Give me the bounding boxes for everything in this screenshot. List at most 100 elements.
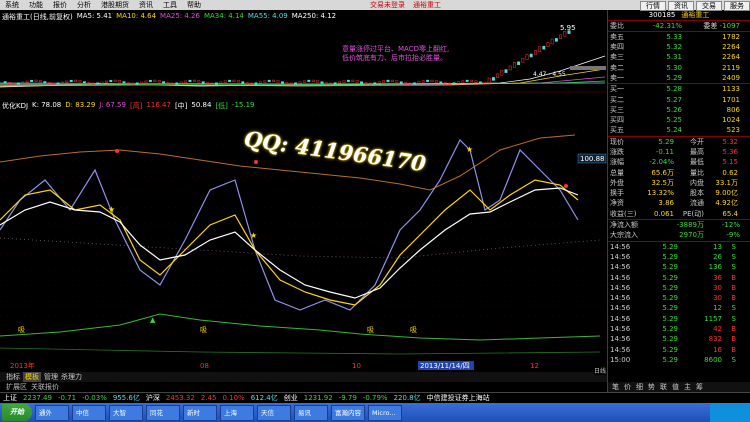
- menu-item-function[interactable]: 功能: [24, 0, 48, 10]
- sell-price: 5.33: [666, 32, 682, 41]
- tick-side: S: [731, 314, 736, 323]
- taskbar-task[interactable]: 通外: [35, 404, 69, 421]
- tab-related-quote[interactable]: 关联报价: [31, 382, 59, 392]
- quote-side-tab[interactable]: 价: [624, 382, 631, 392]
- quote-value: 65.4: [722, 209, 738, 218]
- taskbar-task[interactable]: 同花: [146, 404, 180, 421]
- buy-row[interactable]: 买二 5.27 1701: [608, 94, 750, 104]
- tick-side: B: [731, 345, 736, 354]
- taskbar-task[interactable]: 富瀚内容: [331, 404, 365, 421]
- taskbar-task[interactable]: 新时: [183, 404, 217, 421]
- quote-side-tabs: 笔价细势联值主筹: [608, 382, 750, 392]
- quote-label: 收益(三): [610, 209, 637, 218]
- flow-pct: -9%: [726, 231, 740, 240]
- menu-item-tools[interactable]: 工具: [158, 0, 182, 10]
- quote-side-tab[interactable]: 笔: [612, 382, 619, 392]
- candle: [16, 82, 20, 85]
- buy-row[interactable]: 买一 5.28 1133: [608, 84, 750, 94]
- tab-extension[interactable]: 扩展区: [6, 382, 27, 392]
- index-name[interactable]: 沪深: [146, 393, 160, 403]
- menu-item-system[interactable]: 系统: [0, 0, 24, 10]
- sell-row[interactable]: 卖二 5.30 2119: [608, 62, 750, 72]
- tab-indicator[interactable]: 指标: [6, 372, 20, 382]
- tab-manage[interactable]: 管理: [44, 372, 58, 382]
- tick-price: 5.29: [662, 252, 678, 261]
- quote-side-tab[interactable]: 势: [648, 382, 655, 392]
- quote-side-tab[interactable]: 筹: [696, 382, 703, 392]
- candle: [320, 81, 324, 84]
- period-label[interactable]: 日线: [594, 366, 607, 375]
- sell-label: 卖三: [610, 53, 624, 62]
- star-marker: ★: [250, 231, 257, 240]
- annotation-line-1: 意量涨停过平台、MACD零上翻红,: [342, 45, 450, 53]
- candle: [377, 81, 381, 84]
- x-axis: 2013年 08 10 12 2013/11/14/四: [10, 361, 539, 370]
- ma10-label: MA10: 4.64: [116, 12, 157, 20]
- quote-row: 收益(三) 0.061 PE(动) 65.4: [608, 209, 750, 219]
- red-dot-marker: [254, 160, 258, 164]
- tick-side: S: [731, 263, 736, 272]
- taskbar-task[interactable]: 中信: [72, 404, 106, 421]
- candle: [491, 77, 495, 81]
- flow-value: 2970万: [679, 231, 704, 240]
- sell-row[interactable]: 卖五 5.33 1782: [608, 32, 750, 42]
- tab-force[interactable]: 杀理力: [61, 372, 82, 382]
- candle: [258, 81, 262, 84]
- candle: [206, 82, 210, 85]
- candle: [351, 79, 355, 82]
- buy-row[interactable]: 买四 5.25 1024: [608, 115, 750, 125]
- candle: [465, 79, 469, 82]
- menu-item-analysis[interactable]: 分析: [72, 0, 96, 10]
- taskbar-task[interactable]: 上海: [220, 404, 254, 421]
- quote-side-tab[interactable]: 主: [684, 382, 691, 392]
- tick-row: 14:56 5.29 30 B: [608, 283, 750, 293]
- flow-label: 净流入额: [610, 221, 638, 230]
- quote-row: 外盘 32.5万 内盘 33.1万: [608, 178, 750, 188]
- taskbar-task[interactable]: 易讯: [294, 404, 328, 421]
- index-name[interactable]: 创业: [284, 393, 298, 403]
- menu-item-info[interactable]: 资讯: [134, 0, 158, 10]
- candle: [550, 38, 554, 45]
- indicator-name[interactable]: 优化KDJ: [2, 101, 28, 110]
- quote-row: 现价 5.29 今开 5.32: [608, 137, 750, 147]
- tick-side: B: [731, 325, 736, 334]
- tick-side: S: [731, 304, 736, 313]
- taskbar-task[interactable]: 大智: [109, 404, 143, 421]
- sell-row[interactable]: 卖三 5.31 2264: [608, 52, 750, 62]
- index-amount: 220.8亿: [393, 394, 421, 402]
- tick-price: 5.29: [662, 335, 678, 344]
- tab-template[interactable]: 模板: [23, 372, 41, 382]
- sell-row[interactable]: 卖一 5.29 2409: [608, 73, 750, 83]
- kdj-j-value: J: 67.59: [99, 101, 126, 109]
- sell-row[interactable]: 卖四 5.32 2264: [608, 42, 750, 52]
- tick-row: 14:56 5.29 13 S: [608, 242, 750, 252]
- candle: [263, 80, 267, 83]
- tick-price: 5.29: [662, 263, 678, 272]
- candle: [30, 79, 34, 82]
- star-marker: ★: [466, 145, 473, 154]
- candle: [324, 82, 328, 85]
- star-marker: ★: [108, 205, 115, 214]
- taskbar-task[interactable]: 天信: [257, 404, 291, 421]
- tick-time: 14:56: [610, 242, 631, 251]
- buy-row[interactable]: 买五 5.24 523: [608, 125, 750, 135]
- candle: [104, 80, 108, 83]
- quote-side-tab[interactable]: 细: [636, 382, 643, 392]
- menu-item-quote[interactable]: 报价: [48, 0, 72, 10]
- buy-row[interactable]: 买三 5.26 806: [608, 105, 750, 115]
- price-chart[interactable]: 5.95 4.47 - 4.55: [0, 21, 607, 93]
- index-value: 1231.92: [303, 394, 333, 402]
- start-button[interactable]: 开始: [2, 404, 32, 421]
- candle: [60, 81, 64, 84]
- menu-item-help[interactable]: 帮助: [182, 0, 206, 10]
- quote-side-tab[interactable]: 联: [660, 382, 667, 392]
- trade-login-status[interactable]: 交易未登录: [370, 0, 405, 10]
- quote-label: 内盘: [690, 178, 704, 187]
- index-change: 2.45: [200, 394, 217, 402]
- index-name[interactable]: 上证: [3, 393, 17, 403]
- taskbar-task[interactable]: Micro...: [368, 404, 402, 421]
- candle: [390, 79, 394, 82]
- tick-price: 5.29: [662, 304, 678, 313]
- quote-side-tab[interactable]: 值: [672, 382, 679, 392]
- menu-item-hk-futures[interactable]: 港股期货: [96, 0, 134, 10]
